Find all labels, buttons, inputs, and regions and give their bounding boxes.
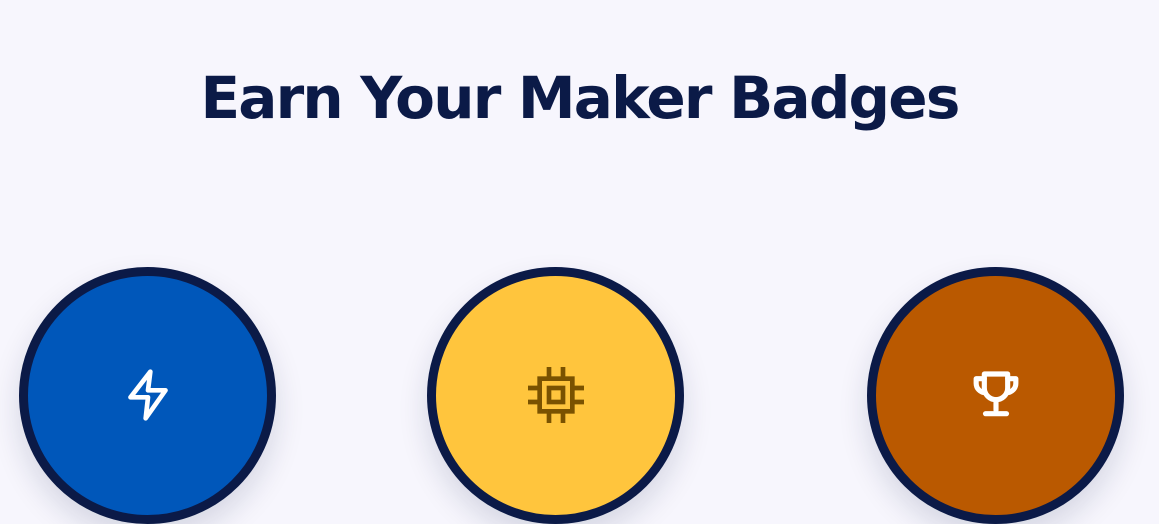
chip-icon xyxy=(527,366,584,423)
badges-section: Earn Your Maker Badges xyxy=(0,0,1159,524)
badge-trophy[interactable] xyxy=(867,267,1124,524)
badge-list xyxy=(0,0,1159,524)
badge-lightning[interactable] xyxy=(19,267,276,524)
lightning-icon xyxy=(120,367,176,423)
trophy-icon xyxy=(968,367,1024,423)
badge-chip[interactable] xyxy=(427,267,684,524)
